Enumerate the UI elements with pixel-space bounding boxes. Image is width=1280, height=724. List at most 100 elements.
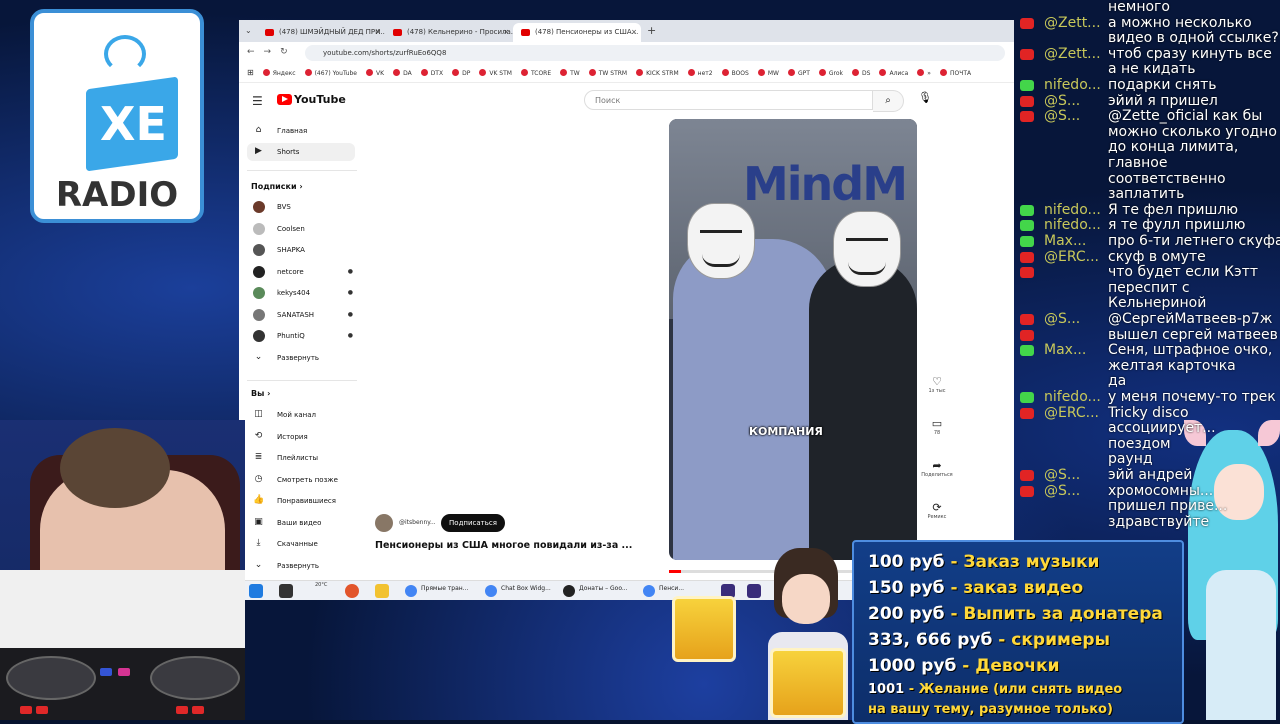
sidebar-subscription[interactable]: BVS: [247, 198, 355, 216]
sidebar-item-playlist[interactable]: ≣ Плейлисты: [247, 449, 355, 467]
task-view-icon[interactable]: [279, 584, 293, 598]
bookmark-item[interactable]: TW: [560, 69, 580, 77]
sidebar-subscription[interactable]: SANATASH ●: [247, 306, 355, 324]
bookmark-favicon-icon: [852, 69, 860, 76]
channel-avatar: [253, 201, 265, 213]
hamburger-menu-icon[interactable]: ☰: [252, 94, 263, 108]
sidebar-item-label: PhuntiQ: [277, 332, 305, 340]
sidebar-item-label: Ваши видео: [277, 518, 322, 527]
channel-icon: ◫: [254, 409, 263, 419]
chat-message: @СергейМатвеев-р7ж: [1108, 311, 1273, 327]
sidebar-item-download[interactable]: ⤓ Скачанные: [247, 535, 355, 553]
premiere-icon-2[interactable]: [747, 584, 761, 598]
sidebar-item-channel[interactable]: ◫ Мой канал: [247, 406, 355, 424]
bookmark-item[interactable]: GPT: [787, 69, 810, 77]
bookmark-item[interactable]: Яндекс: [262, 69, 296, 77]
search-input[interactable]: Поиск: [584, 90, 873, 110]
bookmark-item[interactable]: MW: [757, 69, 779, 77]
sidebar-subscription[interactable]: kekys404 ●: [247, 284, 355, 302]
bookmark-item[interactable]: VK: [366, 69, 384, 77]
bookmark-item[interactable]: ПОЧТА: [939, 69, 971, 77]
chat-message: раунд: [1108, 451, 1153, 468]
you-header[interactable]: Вы ›: [251, 389, 270, 398]
bookmark-item[interactable]: BOOS: [721, 69, 749, 77]
chat-message: Кельнериной: [1108, 295, 1207, 312]
bookmark-item[interactable]: KICK STRM: [636, 69, 679, 77]
new-tab-button[interactable]: +: [647, 24, 656, 37]
sidebar-item-video[interactable]: ▣ Ваши видео: [247, 514, 355, 532]
bookmark-item[interactable]: DP: [452, 69, 470, 77]
sidebar-item-label: SHAPKA: [277, 246, 305, 254]
new-content-dot-icon: ●: [347, 332, 353, 339]
bookmark-item[interactable]: DA: [393, 69, 412, 77]
tab-menu-icon[interactable]: ⌄: [245, 26, 252, 35]
youtube-logo[interactable]: YouTube: [277, 93, 346, 106]
bookmark-item[interactable]: Grok: [818, 69, 843, 77]
channel-name[interactable]: @itsbenny...: [399, 519, 436, 526]
microphone-icon[interactable]: 🎙: [918, 91, 932, 104]
action-comment[interactable]: ▭ 78: [919, 417, 955, 436]
windows-start-icon[interactable]: [249, 584, 263, 598]
close-icon[interactable]: ×: [503, 28, 509, 36]
sidebar-expand-subscriptions[interactable]: ⌄ Развернуть: [247, 349, 355, 367]
shorts-video-player[interactable]: MindM КОМПАНИЯ: [669, 119, 917, 560]
bookmark-item[interactable]: »: [917, 69, 931, 77]
channel-avatar[interactable]: [375, 514, 393, 532]
chat-username: @Zett...: [1044, 14, 1101, 31]
browser-tab-1[interactable]: (478) ШМЭЙДНЫЙ ДЕД ПРИ... ×: [257, 23, 385, 42]
tab-label: (478) Пенсионеры из США...: [535, 28, 639, 36]
sidebar-subscription[interactable]: netcore ●: [247, 263, 355, 281]
browser-tab-3-active[interactable]: (478) Пенсионеры из США... ×: [513, 23, 641, 42]
firefox-icon[interactable]: [345, 584, 359, 598]
action-share[interactable]: ➦ Поделиться: [919, 459, 955, 478]
price-row: на вашу тему, разумное только): [868, 702, 1113, 717]
sidebar-item-label: Скачанные: [277, 540, 318, 548]
bookmark-item[interactable]: (467) YouTube: [304, 69, 357, 77]
folder-icon[interactable]: [375, 584, 389, 598]
sidebar-item-clock[interactable]: ◷ Смотреть позже: [247, 471, 355, 489]
sidebar-item-home[interactable]: ⌂ Главная: [247, 122, 355, 140]
search-button[interactable]: ⌕: [873, 90, 904, 112]
close-icon[interactable]: ×: [631, 28, 637, 36]
sidebar-item-history[interactable]: ⟲ История: [247, 428, 355, 446]
sidebar-item-chevron-down[interactable]: ⌄ Развернуть: [247, 557, 355, 575]
sidebar-item-label: Понравившиеся: [277, 497, 336, 505]
bookmark-item[interactable]: DTX: [420, 69, 443, 77]
subscribe-button[interactable]: Подписаться: [441, 514, 505, 532]
nav-buttons[interactable]: ←→↻: [247, 47, 297, 57]
bookmark-item[interactable]: нет2: [687, 69, 713, 77]
bookmark-label: TW STRM: [598, 70, 628, 77]
action-label: Ремикс: [927, 514, 947, 520]
bookmark-item[interactable]: Алиса: [879, 69, 908, 77]
weather-widget[interactable]: 20°C: [315, 582, 327, 588]
bookmark-favicon-icon: [879, 69, 887, 76]
taskbar-app[interactable]: Прямые тран...: [405, 585, 468, 597]
new-content-dot-icon: ●: [347, 310, 353, 318]
sidebar-subscription[interactable]: SHAPKA: [247, 241, 355, 259]
sidebar-item-shorts[interactable]: ▶ Shorts: [247, 143, 355, 161]
taskbar-app[interactable]: Chat Box Widg...: [485, 585, 551, 597]
apps-grid-icon[interactable]: ⊞: [247, 68, 254, 77]
bookmark-item[interactable]: DS: [852, 69, 870, 77]
url-field[interactable]: youtube.com/shorts/zurfRuEo6QQ8: [305, 45, 1005, 61]
close-icon[interactable]: ×: [375, 28, 381, 36]
subscriptions-header[interactable]: Подписки ›: [251, 182, 303, 191]
sidebar-subscription[interactable]: PhuntiQ ●: [247, 327, 355, 345]
sidebar-item-thumb-up[interactable]: 👍 Понравившиеся: [247, 492, 355, 510]
sidebar-item-label: История: [277, 432, 308, 441]
chat-message: подарки снять: [1108, 77, 1217, 93]
channel-avatar: [253, 265, 265, 278]
action-remix[interactable]: ⟳ Ремикс: [919, 501, 955, 520]
bookmark-item[interactable]: VK STM: [479, 69, 512, 77]
action-heart[interactable]: ♡ 1з тыс: [919, 375, 955, 394]
new-content-dot-icon: ●: [347, 289, 353, 296]
bookmarks-bar: ⊞ Яндекс (467) YouTube VK DA DTX DP VK STM TCORE…: [239, 64, 1014, 83]
action-label: 1з тыс: [928, 388, 946, 394]
sidebar-item-label: BVS: [277, 203, 291, 211]
video-title[interactable]: Пенсионеры из США многое повидали из-за …: [375, 540, 632, 551]
sidebar-subscription[interactable]: Coolsen: [247, 220, 355, 238]
taskbar-app[interactable]: Донаты – Goo...: [563, 585, 628, 597]
browser-tab-2[interactable]: (478) Кельнерино - Просила... ×: [385, 23, 513, 42]
bookmark-item[interactable]: TW STRM: [588, 69, 628, 77]
bookmark-item[interactable]: TCORE: [520, 69, 551, 77]
